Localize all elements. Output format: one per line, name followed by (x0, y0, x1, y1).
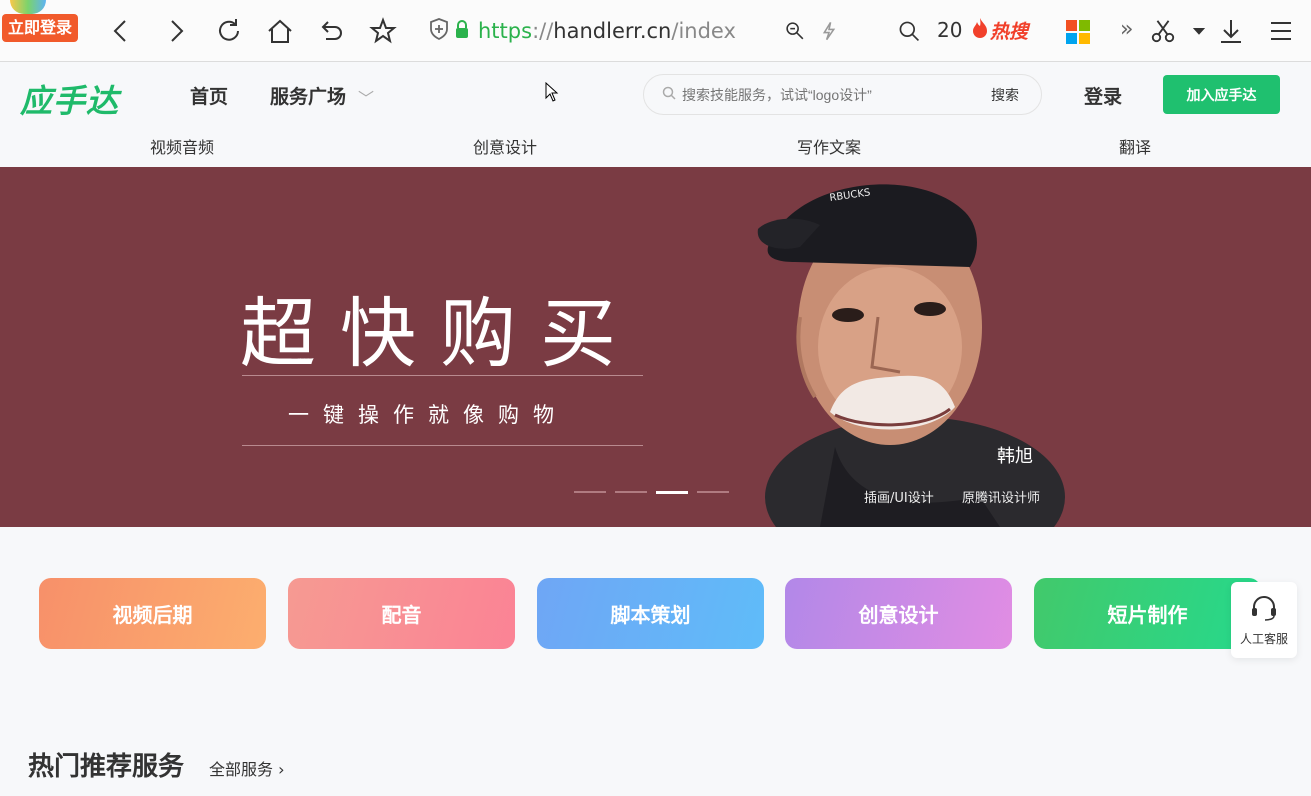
customer-service-label: 人工客服 (1239, 631, 1288, 646)
category-buttons: 视频后期 配音 脚本策划 创意设计 短片制作 (0, 578, 1311, 650)
home-icon[interactable] (265, 16, 295, 46)
search-count: 20 (937, 18, 963, 42)
designer-name: 韩旭 (997, 446, 1033, 467)
bookmark-star-icon[interactable] (368, 16, 398, 46)
subnav-item-creative-design[interactable]: 创意设计 (473, 134, 537, 158)
dropdown-caret-icon[interactable] (1184, 16, 1214, 46)
banner-divider-top (242, 375, 643, 376)
apps-grid-icon[interactable] (1066, 20, 1090, 44)
nav-service-square[interactable]: 服务广场 (270, 82, 346, 109)
lightning-icon[interactable] (814, 16, 844, 46)
site-header: 应手达 首页 服务广场 ﹀ 搜索 登录 加入应手达 视频音频 创意设计 写作文案… (0, 62, 1311, 167)
search-icon (662, 86, 676, 104)
designer-background: 原腾讯设计师 (962, 491, 1041, 506)
login-link[interactable]: 登录 (1084, 82, 1122, 109)
category-video-post[interactable]: 视频后期 (39, 578, 266, 649)
shield-icon (428, 17, 450, 45)
chevron-down-icon[interactable]: ﹀ (358, 85, 374, 109)
carousel-indicators (574, 491, 729, 494)
download-icon[interactable] (1216, 16, 1246, 46)
banner-divider-bottom (242, 445, 643, 446)
mouse-cursor (545, 81, 559, 106)
headset-icon (1249, 594, 1279, 626)
browser-toolbar: 立即登录 https://handlerr.cn/index 20 热搜 » (0, 0, 1311, 62)
subnav-item-writing[interactable]: 写作文案 (797, 134, 861, 158)
site-search-input[interactable] (682, 86, 991, 103)
category-script[interactable]: 脚本策划 (537, 578, 764, 649)
category-subnav: 视频音频 创意设计 写作文案 翻译 (0, 132, 1311, 158)
banner-person-image: RBUCKS (757, 184, 1065, 527)
carousel-dot[interactable] (697, 491, 729, 493)
chevron-right-icon: › (278, 760, 285, 779)
url-text[interactable]: https://handlerr.cn/index (478, 19, 736, 43)
customer-service-button[interactable]: 人工客服 (1231, 582, 1297, 658)
subnav-item-translation[interactable]: 翻译 (1119, 134, 1151, 158)
category-short-film[interactable]: 短片制作 (1034, 578, 1261, 649)
menu-icon[interactable] (1266, 16, 1296, 46)
banner-title: 超快购买 (240, 289, 640, 378)
undo-icon[interactable] (316, 16, 346, 46)
nav-home[interactable]: 首页 (190, 82, 228, 109)
banner-subtitle: 一键操作就像购物 (288, 403, 568, 427)
designer-role: 插画/UI设计 (864, 491, 934, 506)
site-search-box: 搜索 (643, 74, 1042, 115)
zoom-icon[interactable] (780, 16, 810, 46)
category-voiceover[interactable]: 配音 (288, 578, 515, 649)
more-extensions-icon[interactable]: » (1120, 17, 1133, 42)
join-button[interactable]: 加入应手达 (1163, 75, 1280, 114)
hot-search-link[interactable]: 热搜 (970, 17, 1028, 44)
refresh-icon[interactable] (214, 16, 244, 46)
address-bar[interactable]: https://handlerr.cn/index (428, 16, 736, 46)
carousel-dot[interactable] (615, 491, 647, 493)
back-icon[interactable] (106, 16, 136, 46)
site-logo[interactable]: 应手达 (20, 76, 119, 122)
subnav-item-video-audio[interactable]: 视频音频 (150, 134, 214, 158)
lock-icon (454, 19, 470, 43)
carousel-dot-active[interactable] (656, 491, 688, 494)
hot-search-label: 热搜 (990, 21, 1029, 43)
browser-login-badge[interactable]: 立即登录 (2, 14, 79, 42)
flame-icon (970, 17, 990, 44)
all-services-label: 全部服务 (209, 760, 274, 779)
site-search-button[interactable]: 搜索 (991, 85, 1019, 105)
scissors-icon[interactable] (1148, 16, 1178, 46)
section-title: 热门推荐服务 (28, 752, 185, 782)
profile-avatar[interactable] (10, 0, 46, 14)
carousel-dot[interactable] (574, 491, 606, 493)
all-services-link[interactable]: 全部服务 › (209, 756, 285, 780)
category-creative-design[interactable]: 创意设计 (785, 578, 1012, 649)
search-icon[interactable] (894, 16, 924, 46)
hero-banner[interactable]: RBUCKS 超快购买 一键操作就像购物 韩旭 插画/UI设计 原腾讯设计师 (0, 167, 1311, 527)
forward-icon[interactable] (161, 16, 191, 46)
